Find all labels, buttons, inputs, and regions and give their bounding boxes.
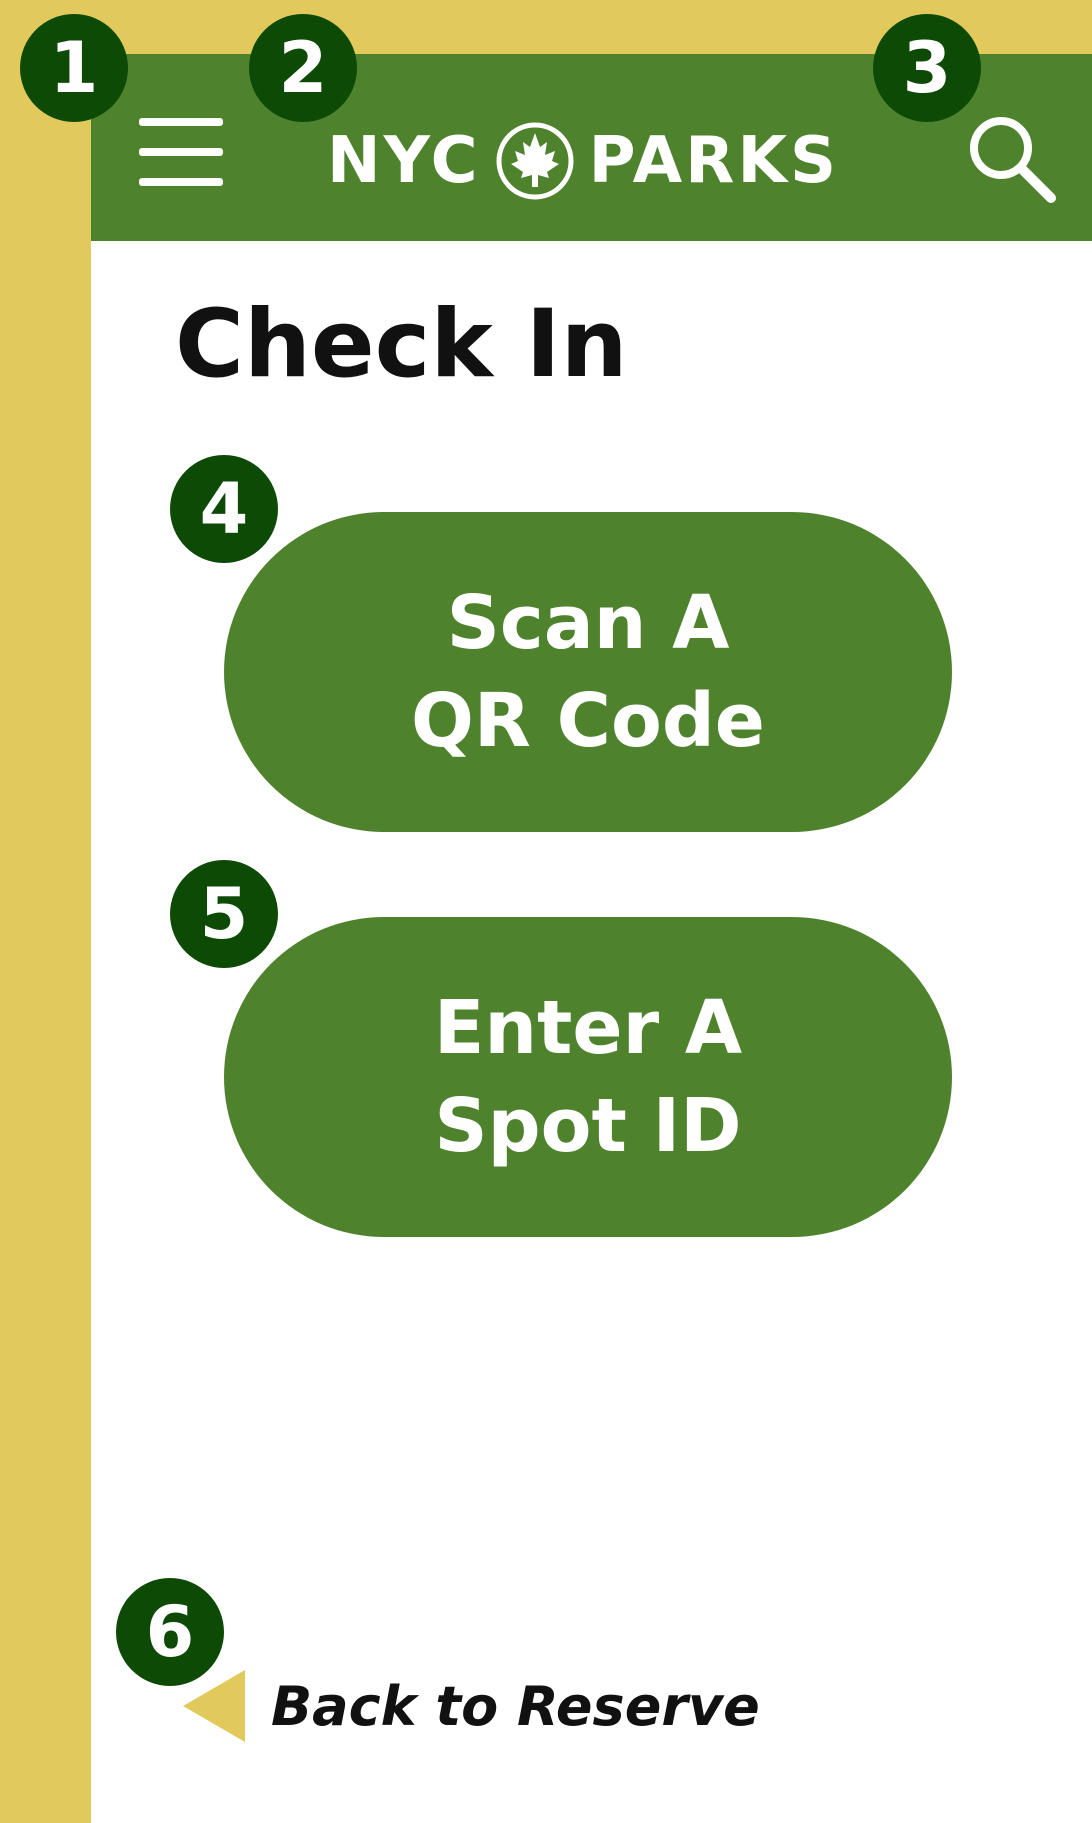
back-to-reserve-link[interactable]: Back to Reserve (179, 1666, 760, 1746)
annotation-badge-1: 1 (20, 14, 128, 122)
hamburger-menu-icon (139, 118, 223, 186)
spot-button-line-1: Enter A (433, 985, 743, 1071)
spot-button-line-2: Spot ID (434, 1083, 742, 1169)
back-to-reserve-label: Back to Reserve (271, 1674, 760, 1738)
search-icon (970, 117, 1056, 203)
scan-qr-code-button[interactable]: Scan A QR Code (224, 512, 952, 832)
annotation-badge-2: 2 (249, 14, 357, 122)
search-button[interactable] (963, 110, 1059, 206)
hamburger-menu-button[interactable] (136, 112, 226, 192)
logo-text-parks: PARKS (588, 124, 840, 198)
page-title: Check In (175, 290, 628, 399)
annotation-badge-6: 6 (116, 1578, 224, 1686)
maple-leaf-icon (496, 122, 574, 200)
scan-button-line-1: Scan A (446, 580, 730, 666)
logo-text-nyc: NYC (327, 124, 481, 198)
annotation-badge-4: 4 (170, 455, 278, 563)
annotation-badge-5: 5 (170, 860, 278, 968)
scan-button-line-2: QR Code (411, 678, 765, 764)
annotation-badge-3: 3 (873, 14, 981, 122)
enter-spot-id-button[interactable]: Enter A Spot ID (224, 917, 952, 1237)
nyc-parks-logo[interactable]: NYC PARKS (327, 116, 839, 206)
